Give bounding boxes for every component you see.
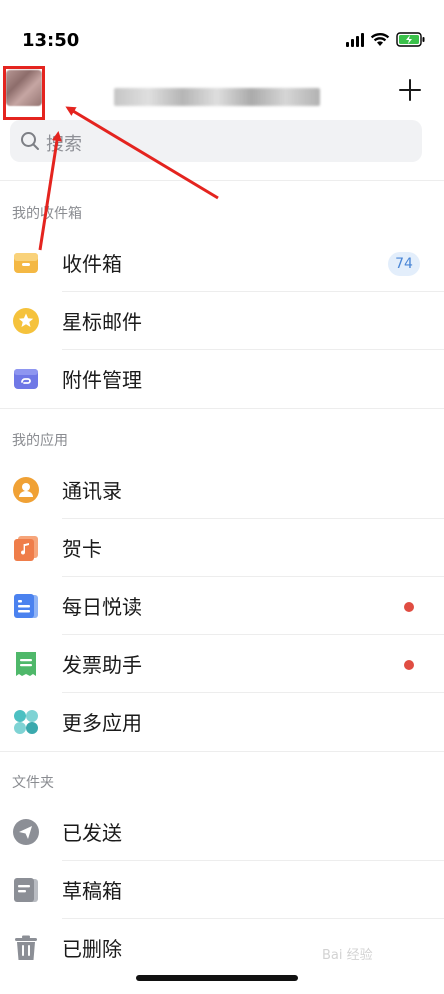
search-icon xyxy=(21,132,39,150)
divider xyxy=(0,180,444,181)
section-title-apps: 我的应用 xyxy=(12,433,68,449)
list-item-label: 已发送 xyxy=(62,821,122,845)
search-input[interactable]: 搜索 xyxy=(10,120,422,162)
home-indicator[interactable] xyxy=(136,975,298,981)
list-item-label: 贺卡 xyxy=(62,537,102,561)
header xyxy=(0,66,444,120)
list-item-label: 星标邮件 xyxy=(62,310,142,334)
watermark: Bai 经验 xyxy=(322,948,373,963)
list-item-label: 收件箱 xyxy=(62,252,122,276)
unread-count-badge: 74 xyxy=(388,252,420,276)
status-icons xyxy=(346,32,426,47)
battery-charging-icon xyxy=(396,32,425,47)
status-time: 13:50 xyxy=(22,30,80,51)
list-item-drafts[interactable]: 草稿箱 xyxy=(0,861,444,919)
more-apps-icon xyxy=(14,710,38,734)
divider xyxy=(0,408,444,409)
attachment-icon xyxy=(14,369,38,389)
status-bar: 13:50 xyxy=(0,0,444,66)
divider xyxy=(0,751,444,752)
list-item-label: 发票助手 xyxy=(62,653,142,677)
contacts-icon xyxy=(13,477,39,503)
trash-icon xyxy=(15,935,37,960)
avatar-highlight-box xyxy=(3,66,45,120)
search-placeholder: 搜索 xyxy=(46,134,82,155)
list-item-label: 附件管理 xyxy=(62,368,142,392)
invoice-icon xyxy=(16,652,36,676)
wifi-icon xyxy=(370,32,390,46)
reading-icon xyxy=(14,594,38,618)
star-icon xyxy=(13,308,39,334)
section-title-mailbox: 我的收件箱 xyxy=(12,206,82,222)
list-item-label: 每日悦读 xyxy=(62,595,142,619)
list-item-label: 更多应用 xyxy=(62,711,142,735)
cellular-signal-icon xyxy=(346,32,364,47)
list-item-deleted[interactable]: 已删除 xyxy=(0,919,444,977)
drafts-icon xyxy=(14,878,38,902)
list-item-invoice[interactable]: 发票助手 xyxy=(0,635,444,693)
list-item-starred[interactable]: 星标邮件 xyxy=(0,292,444,350)
list-item-daily-reading[interactable]: 每日悦读 xyxy=(0,577,444,635)
list-item-inbox[interactable]: 收件箱 74 xyxy=(0,234,444,292)
list-item-sent[interactable]: 已发送 xyxy=(0,803,444,861)
list-item-attachments[interactable]: 附件管理 xyxy=(0,350,444,408)
list-item-label: 已删除 xyxy=(62,937,122,961)
account-name[interactable] xyxy=(114,88,320,106)
new-content-dot xyxy=(404,660,414,670)
new-content-dot xyxy=(404,602,414,612)
list-item-label: 草稿箱 xyxy=(62,879,122,903)
inbox-icon xyxy=(14,253,38,273)
music-card-icon xyxy=(14,536,38,561)
list-item-greeting-card[interactable]: 贺卡 xyxy=(0,519,444,577)
list-item-more-apps[interactable]: 更多应用 xyxy=(0,693,444,751)
list-item-label: 通讯录 xyxy=(62,479,122,503)
section-title-folders: 文件夹 xyxy=(12,775,54,791)
sent-icon xyxy=(13,819,39,845)
list-item-contacts[interactable]: 通讯录 xyxy=(0,461,444,519)
add-button[interactable] xyxy=(398,78,422,102)
